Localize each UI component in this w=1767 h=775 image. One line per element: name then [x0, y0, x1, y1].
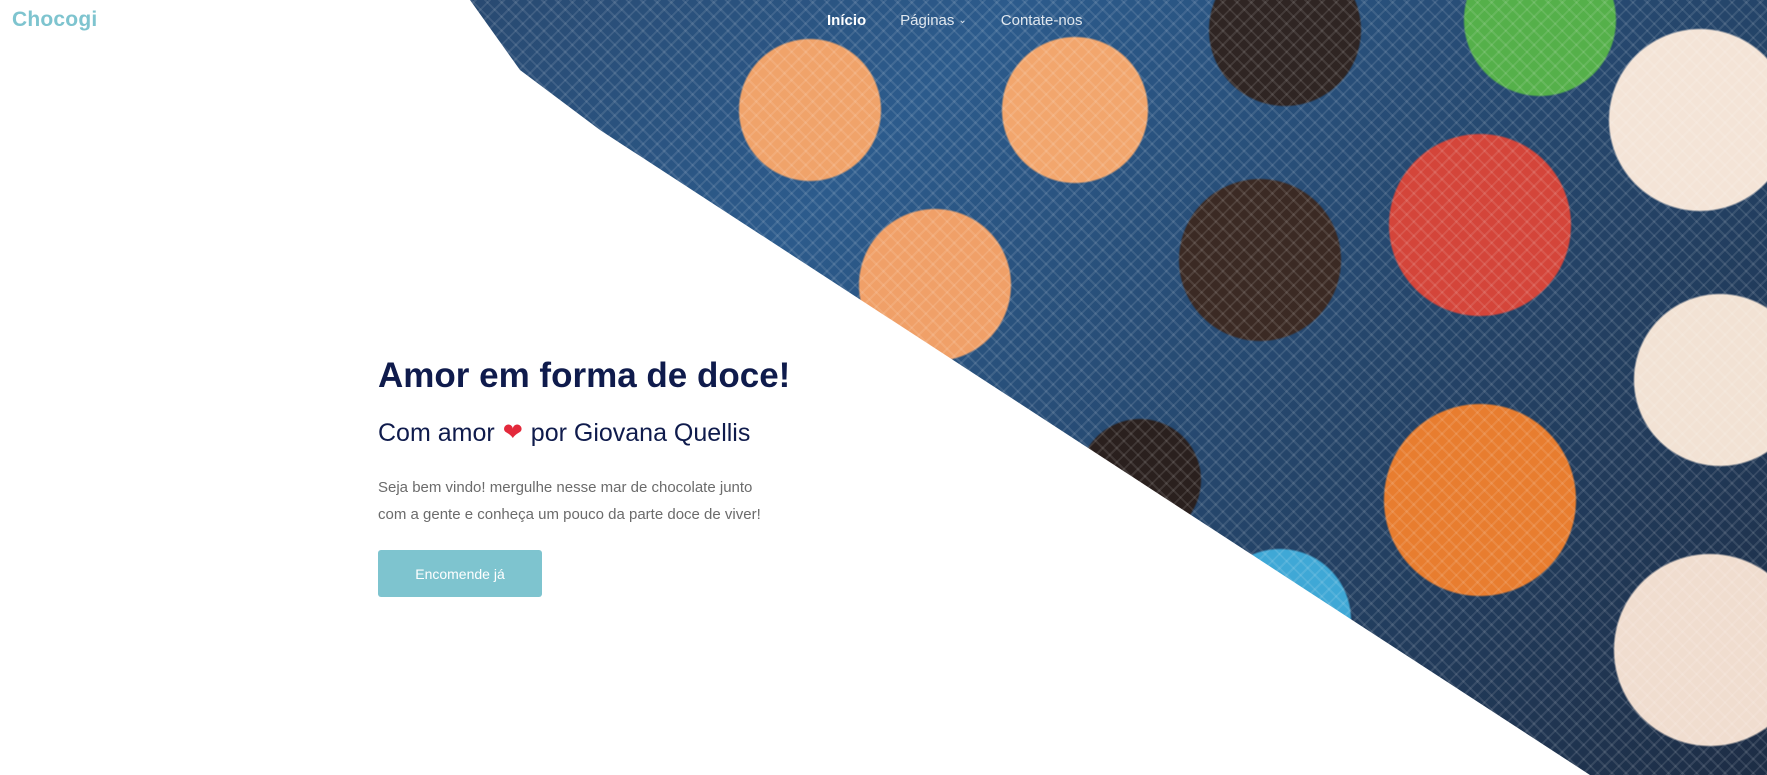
nav-item-label: Páginas — [900, 12, 955, 29]
hero-subtitle-start: Com amor — [378, 419, 495, 447]
chevron-down-icon: ⌄ — [958, 14, 967, 26]
nav-item-label: Contate-nos — [1000, 12, 1083, 29]
hero-description: Seja bem vindo! mergulhe nesse mar de ch… — [378, 479, 761, 523]
hero-image-texture — [470, 0, 1767, 775]
hero-subtitle: Com amor ❤ por Giovana Quellis — [378, 418, 798, 448]
hero-image-sweets — [470, 0, 1767, 775]
nav-item-inicio[interactable]: Início — [827, 12, 866, 29]
order-now-button[interactable]: Encomende já — [378, 550, 542, 597]
hero-subtitle-end: por Giovana Quellis — [530, 419, 751, 447]
hero-title: Amor em forma de doce! — [378, 356, 791, 395]
main-nav: Início Páginas ⌄ Contate-nos — [827, 12, 1083, 29]
nav-item-contate-nos[interactable]: Contate-nos — [1001, 12, 1083, 29]
landing-page: Chocogi Início Páginas ⌄ Contate-nos Amo… — [0, 0, 1767, 775]
brand-logo[interactable]: Chocogi — [12, 8, 97, 32]
heart-icon: ❤ — [502, 419, 523, 446]
nav-item-paginas[interactable]: Páginas ⌄ — [900, 12, 967, 29]
nav-item-label: Início — [827, 12, 867, 29]
hero-content: Amor em forma de doce! Com amor ❤ por Gi… — [378, 355, 798, 597]
